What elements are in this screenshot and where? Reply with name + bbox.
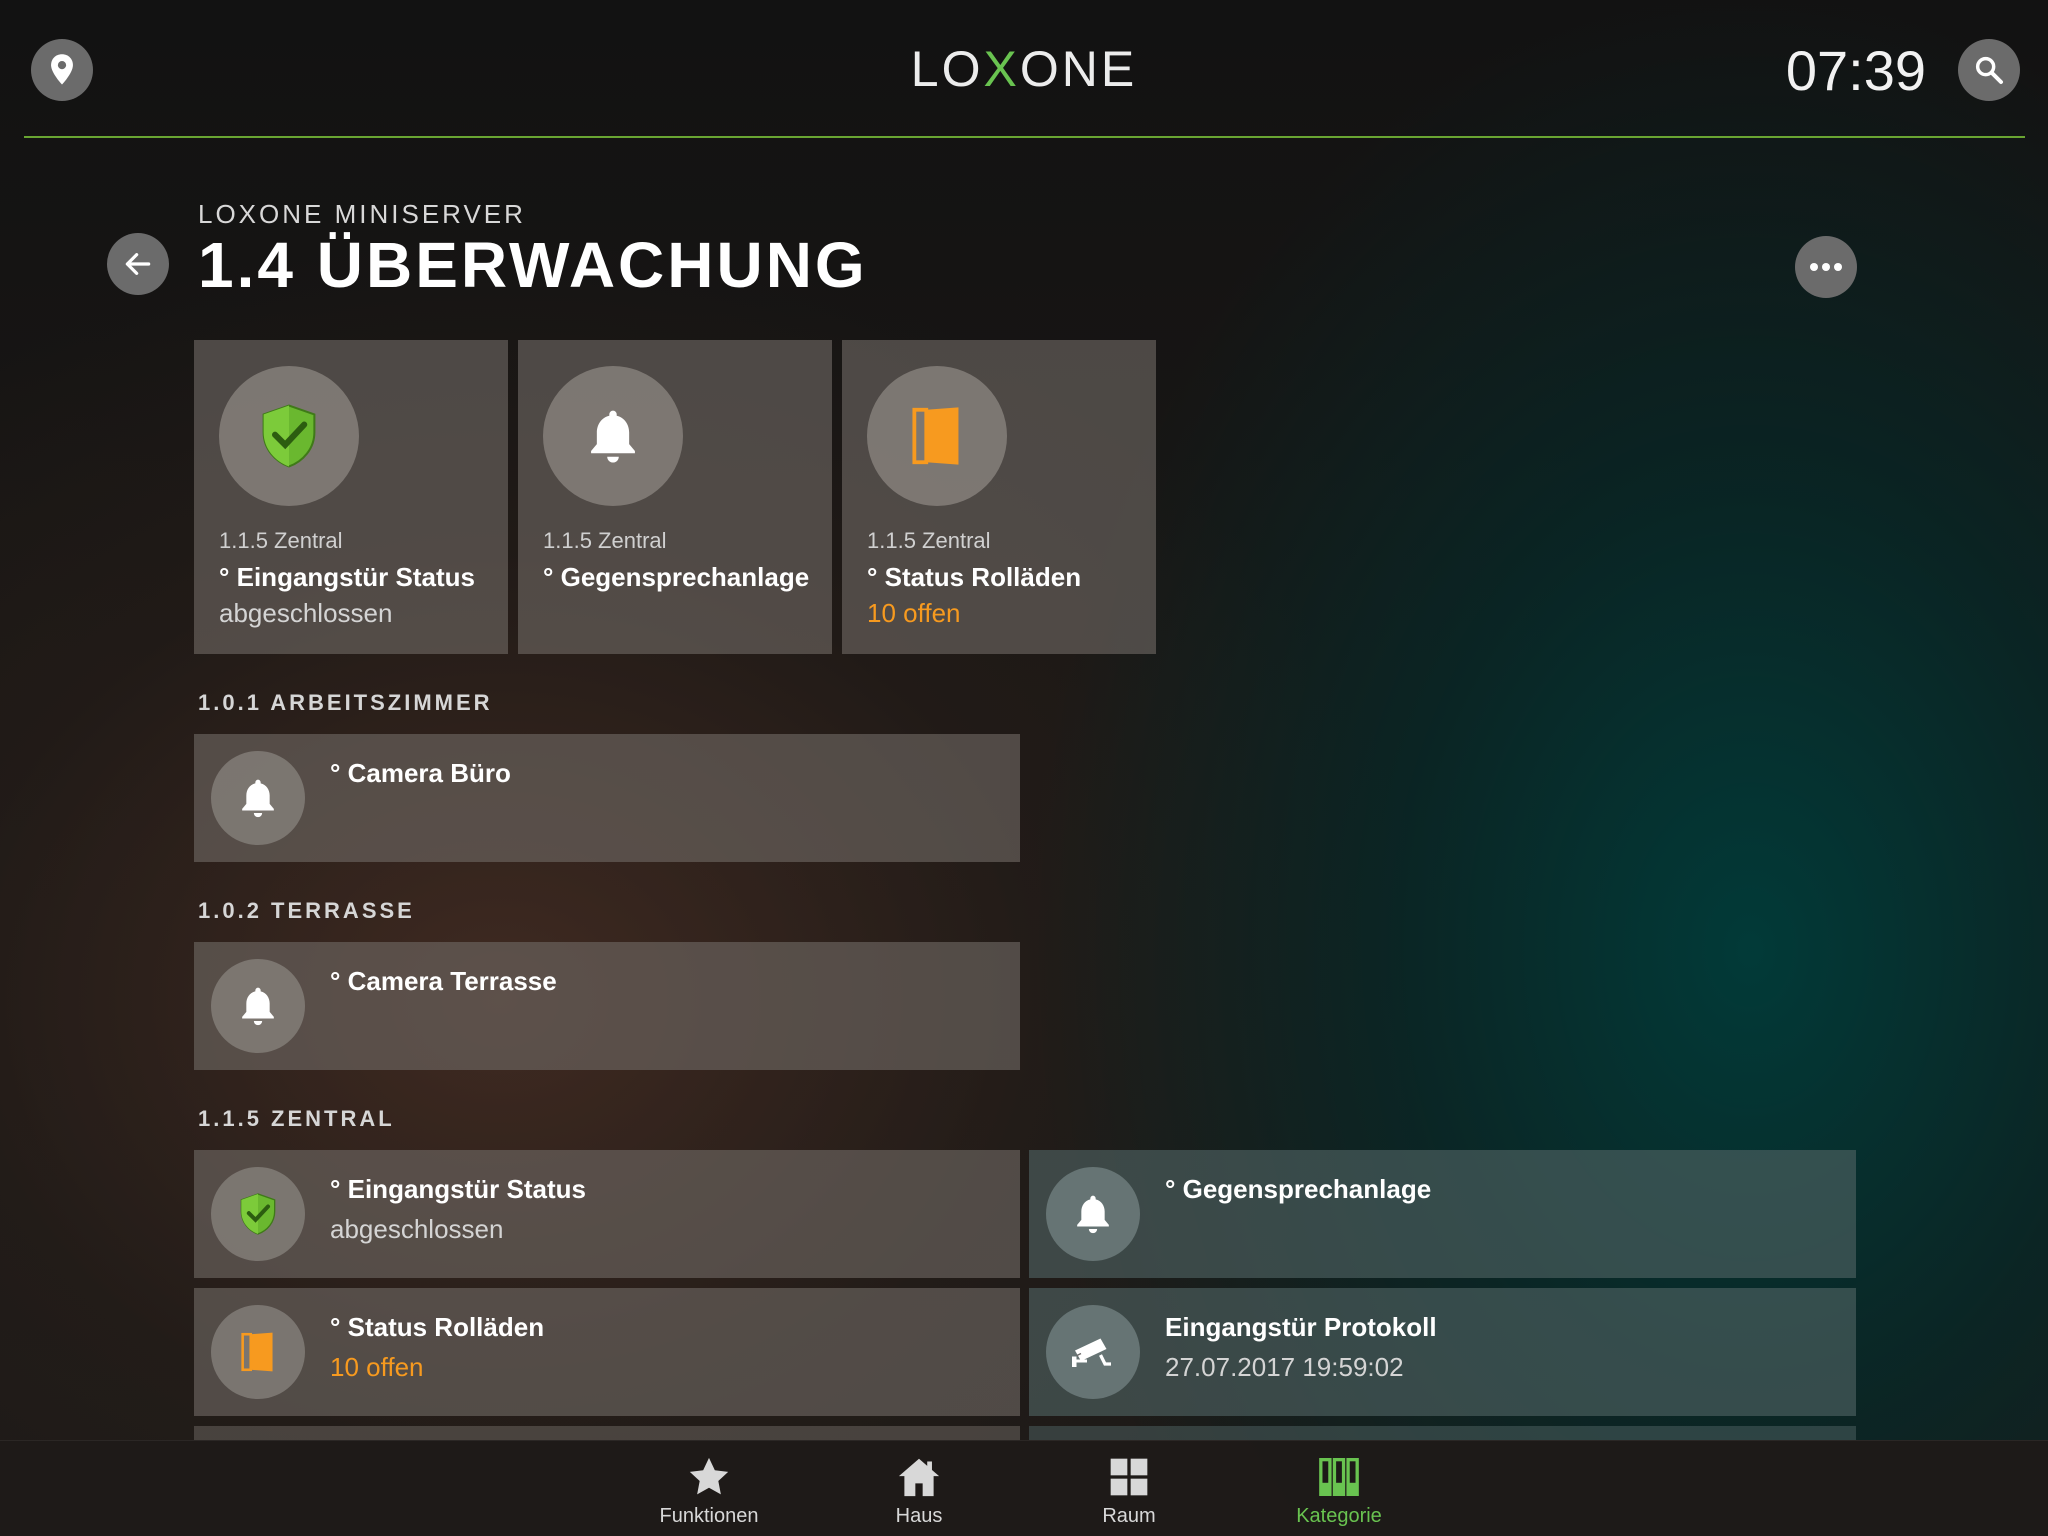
row-title: ° Eingangstür Status	[330, 1174, 586, 1204]
nav-label: Kategorie	[1296, 1505, 1382, 1527]
clock: 07:39	[1785, 39, 1926, 102]
bell-icon	[242, 779, 274, 818]
row-camera-buero[interactable]: ° Camera Büro	[194, 734, 1020, 862]
back-button[interactable]	[107, 233, 169, 295]
nav-label: Funktionen	[659, 1505, 759, 1527]
tile-title: ° Status Rolläden	[867, 562, 1082, 592]
grid-icon	[1110, 1458, 1148, 1496]
row-status-rollaeden[interactable]: ° Status Rolläden 10 offen	[194, 1288, 1020, 1416]
search-icon	[1975, 56, 2003, 84]
top-bar: LOXONE 07:39	[0, 0, 2048, 140]
section-label-arbeitszimmer: 1.0.1 ARBEITSZIMMER	[198, 690, 493, 715]
tile-status-rollaeden[interactable]: 1.1.5 Zentral ° Status Rolläden 10 offen	[842, 340, 1156, 654]
tile-title: ° Gegensprechanlage	[543, 562, 810, 592]
row-title: ° Camera Büro	[330, 758, 511, 788]
row-state: 27.07.2017 19:59:02	[1165, 1352, 1404, 1382]
nav-raum[interactable]: Raum	[1049, 1455, 1209, 1528]
bell-icon	[591, 410, 635, 463]
nav-label: Raum	[1102, 1505, 1156, 1527]
tile-state: abgeschlossen	[219, 598, 393, 628]
row-partial	[194, 1426, 1020, 1440]
tile-room: 1.1.5 Zentral	[543, 528, 667, 553]
nav-haus[interactable]: Haus	[839, 1455, 999, 1528]
category-icon	[1319, 1458, 1359, 1496]
header-divider	[24, 136, 2025, 138]
row-gegensprechanlage[interactable]: ° Gegensprechanlage	[1029, 1150, 1856, 1278]
nav-funktionen[interactable]: Funktionen	[629, 1455, 789, 1528]
bell-icon	[1077, 1195, 1109, 1234]
tile-room: 1.1.5 Zentral	[219, 528, 343, 553]
security-camera-icon	[1072, 1338, 1111, 1367]
door-icon	[912, 407, 959, 465]
app-logo: LOXONE	[910, 41, 1138, 97]
section-label-terrasse: 1.0.2 TERRASSE	[198, 898, 415, 923]
shield-check-icon	[240, 1193, 276, 1235]
tile-room: 1.1.5 Zentral	[867, 528, 991, 553]
tile-state: 10 offen	[867, 598, 961, 628]
shield-check-icon	[262, 404, 316, 468]
more-dots-icon	[1810, 263, 1842, 271]
row-partial	[1029, 1426, 1856, 1440]
row-title: ° Gegensprechanlage	[1165, 1174, 1432, 1204]
nav-label: Haus	[895, 1505, 943, 1527]
tile-title: ° Eingangstür Status	[219, 562, 475, 592]
row-title: Eingangstür Protokoll	[1165, 1312, 1437, 1342]
row-state: abgeschlossen	[330, 1214, 504, 1244]
tile-gegensprechanlage[interactable]: 1.1.5 Zentral ° Gegensprechanlage	[518, 340, 832, 654]
row-title: ° Status Rolläden	[330, 1312, 545, 1342]
row-title: ° Camera Terrasse	[330, 966, 557, 996]
nav-kategorie[interactable]: Kategorie	[1259, 1455, 1419, 1528]
search-button[interactable]	[1958, 39, 2020, 101]
more-options-button[interactable]	[1795, 236, 1857, 298]
star-icon	[689, 1457, 729, 1495]
bell-icon	[242, 987, 274, 1026]
arrow-left-icon	[125, 253, 151, 275]
tile-eingangstuer-status[interactable]: 1.1.5 Zentral ° Eingangstür Status abges…	[194, 340, 508, 654]
row-state: 10 offen	[330, 1352, 424, 1382]
page-subtitle: LOXONE MINISERVER	[198, 199, 526, 229]
bottom-navigation: Funktionen Haus Raum Kategorie	[0, 1440, 2048, 1536]
house-icon	[898, 1458, 940, 1497]
page-title: 1.4 ÜBERWACHUNG	[198, 229, 868, 301]
door-icon	[241, 1332, 273, 1372]
row-camera-terrasse[interactable]: ° Camera Terrasse	[194, 942, 1020, 1070]
row-eingangstuer-status[interactable]: ° Eingangstür Status abgeschlossen	[194, 1150, 1020, 1278]
row-eingangstuer-protokoll[interactable]: Eingangstür Protokoll 27.07.2017 19:59:0…	[1029, 1288, 1856, 1416]
section-label-zentral: 1.1.5 ZENTRAL	[198, 1106, 395, 1131]
